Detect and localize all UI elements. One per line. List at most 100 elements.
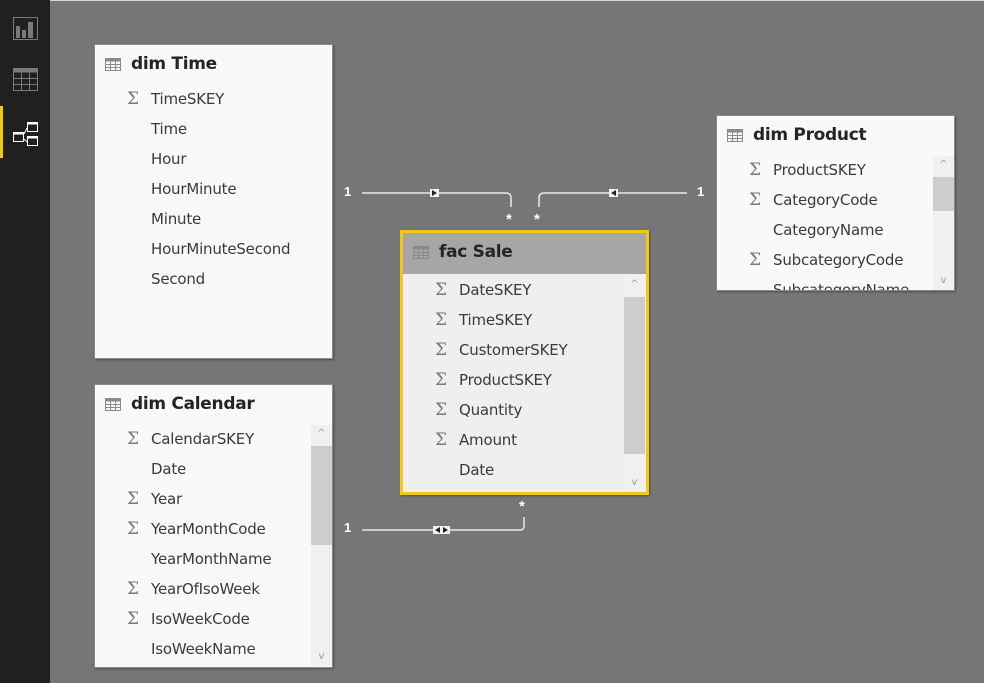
field-row[interactable]: Σ DateSKEY bbox=[403, 276, 624, 306]
table-header[interactable]: dim Calendar bbox=[95, 385, 332, 425]
field-name: Year bbox=[151, 490, 182, 508]
field-row[interactable]: Σ TimeSKEY bbox=[403, 306, 624, 336]
sigma-icon: Σ bbox=[435, 280, 448, 300]
table-header[interactable]: dim Product bbox=[717, 116, 954, 156]
field-row[interactable]: IsoWeekName bbox=[95, 635, 310, 665]
field-row[interactable]: SubcategoryName bbox=[717, 276, 932, 291]
sigma-icon: Σ bbox=[127, 609, 140, 629]
field-row[interactable]: Σ ProductSKEY bbox=[717, 156, 932, 186]
table-header[interactable]: fac Sale bbox=[403, 233, 646, 274]
scrollbar-thumb[interactable] bbox=[933, 177, 954, 211]
field-name: YearOfIsoWeek bbox=[151, 580, 260, 598]
sigma-icon: Σ bbox=[435, 430, 448, 450]
scrollbar-thumb[interactable] bbox=[311, 446, 332, 545]
field-name: SubcategoryCode bbox=[773, 251, 904, 269]
chevron-up-icon[interactable]: ^ bbox=[933, 156, 954, 174]
table-header[interactable]: dim Time bbox=[95, 45, 332, 85]
field-row[interactable]: Σ TimeSKEY bbox=[95, 85, 310, 115]
field-name: HourMinute bbox=[151, 180, 237, 198]
sigma-icon: Σ bbox=[127, 429, 140, 449]
scrollbar[interactable]: ^ v bbox=[933, 156, 954, 290]
cardinality-many-label: * bbox=[534, 211, 540, 228]
table-title: dim Product bbox=[753, 125, 867, 145]
relationship-product-sale[interactable] bbox=[538, 189, 687, 207]
field-name: DateSKEY bbox=[459, 281, 532, 299]
sigma-icon: Σ bbox=[435, 400, 448, 420]
sigma-icon: Σ bbox=[435, 340, 448, 360]
field-row[interactable]: Σ CustomerSKEY bbox=[403, 336, 624, 366]
sigma-icon: Σ bbox=[749, 160, 762, 180]
table-card-dim-calendar[interactable]: dim Calendar Σ CalendarSKEY Date Σ Year Σ Year… bbox=[94, 384, 333, 668]
scrollbar[interactable]: ^ v bbox=[624, 276, 645, 492]
field-row[interactable]: Minute bbox=[95, 205, 310, 235]
chevron-up-icon[interactable]: ^ bbox=[624, 276, 645, 294]
field-row[interactable]: Second bbox=[95, 265, 310, 295]
field-row[interactable]: Σ YearMonthCode bbox=[95, 515, 310, 545]
field-name: Date bbox=[151, 460, 187, 478]
field-row[interactable]: Date bbox=[95, 455, 310, 485]
sigma-icon: Σ bbox=[127, 519, 140, 539]
field-name: Date bbox=[459, 461, 495, 479]
sigma-icon: Σ bbox=[127, 579, 140, 599]
table-icon bbox=[413, 246, 429, 259]
field-name: CategoryName bbox=[773, 221, 884, 239]
chevron-down-icon[interactable]: v bbox=[311, 648, 332, 666]
field-name: CustomerSKEY bbox=[459, 341, 568, 359]
field-row[interactable]: Σ CalendarSKEY bbox=[95, 425, 310, 455]
field-row[interactable]: Σ Amount bbox=[403, 426, 624, 456]
field-name: YearMonthCode bbox=[151, 520, 266, 538]
field-name: CalendarSKEY bbox=[151, 430, 255, 448]
sigma-icon: Σ bbox=[127, 489, 140, 509]
sigma-icon: Σ bbox=[127, 89, 140, 109]
field-name: YearMonthName bbox=[151, 550, 272, 568]
chevron-down-icon[interactable]: v bbox=[933, 272, 954, 290]
field-name: IsoWeekName bbox=[151, 640, 256, 658]
table-card-fac-sale[interactable]: fac Sale Σ DateSKEY Σ TimeSKEY Σ CustomerSKEY… bbox=[400, 230, 649, 495]
cardinality-one-label: 1 bbox=[697, 184, 705, 199]
table-icon bbox=[105, 58, 121, 71]
cardinality-one-label: 1 bbox=[344, 184, 352, 199]
sigma-icon: Σ bbox=[749, 250, 762, 270]
field-name: Quantity bbox=[459, 401, 523, 419]
sigma-icon: Σ bbox=[435, 310, 448, 330]
field-row[interactable]: Σ Quantity bbox=[403, 396, 624, 426]
field-name: SubcategoryName bbox=[773, 281, 910, 291]
field-name: TimeSKEY bbox=[151, 90, 225, 108]
field-name: Second bbox=[151, 270, 206, 288]
field-name: TimeSKEY bbox=[459, 311, 533, 329]
chevron-down-icon[interactable]: v bbox=[624, 474, 645, 492]
scrollbar[interactable]: ^ v bbox=[311, 425, 332, 666]
field-row[interactable]: Date bbox=[403, 456, 624, 486]
cardinality-one-label: 1 bbox=[344, 520, 352, 535]
cardinality-many-label: * bbox=[519, 498, 525, 515]
field-name: Minute bbox=[151, 210, 202, 228]
field-row[interactable]: CategoryName bbox=[717, 216, 932, 246]
field-row[interactable]: Hour bbox=[95, 145, 310, 175]
field-name: Amount bbox=[459, 431, 517, 449]
chevron-up-icon[interactable]: ^ bbox=[311, 425, 332, 443]
field-name: ProductSKEY bbox=[773, 161, 866, 179]
field-row[interactable]: Σ SubcategoryCode bbox=[717, 246, 932, 276]
field-row[interactable]: Σ CategoryCode bbox=[717, 186, 932, 216]
field-row[interactable]: Σ Year bbox=[95, 485, 310, 515]
field-row[interactable]: HourMinute bbox=[95, 175, 310, 205]
field-row[interactable]: YearMonthName bbox=[95, 545, 310, 575]
relationship-calendar-sale[interactable] bbox=[362, 517, 525, 534]
field-row[interactable]: Σ ProductSKEY bbox=[403, 366, 624, 396]
table-card-dim-time[interactable]: dim Time Σ TimeSKEY Time Hour HourMinute Minu… bbox=[94, 44, 333, 359]
table-card-dim-product[interactable]: dim Product Σ ProductSKEY Σ CategoryCode Cat… bbox=[716, 115, 955, 291]
field-name: IsoWeekCode bbox=[151, 610, 250, 628]
table-icon bbox=[105, 398, 121, 411]
table-title: fac Sale bbox=[439, 242, 513, 262]
scrollbar-thumb[interactable] bbox=[624, 297, 645, 454]
field-row[interactable]: Σ IsoWeekCode bbox=[95, 605, 310, 635]
cardinality-many-label: * bbox=[506, 211, 512, 228]
field-row[interactable]: HourMinuteSecond bbox=[95, 235, 310, 265]
field-name: HourMinuteSecond bbox=[151, 240, 291, 258]
table-title: dim Calendar bbox=[131, 394, 255, 414]
field-row[interactable]: Σ YearOfIsoWeek bbox=[95, 575, 310, 605]
relationship-time-sale[interactable] bbox=[362, 189, 512, 207]
field-name: Time bbox=[151, 120, 187, 138]
field-row[interactable]: Time bbox=[95, 115, 310, 145]
sigma-icon: Σ bbox=[749, 190, 762, 210]
